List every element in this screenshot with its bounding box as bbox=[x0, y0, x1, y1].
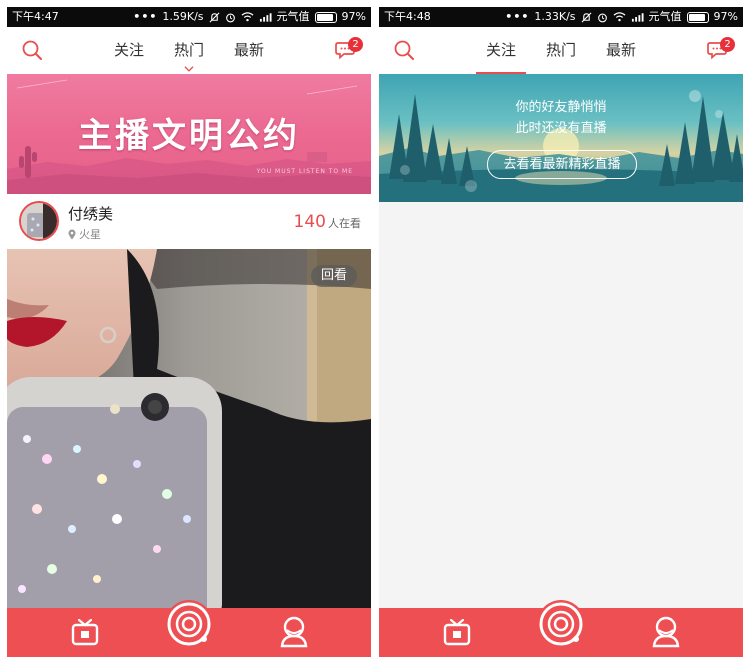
chevron-down-icon bbox=[184, 66, 194, 72]
notification-badge: 2 bbox=[348, 37, 363, 52]
replay-badge: 回看 bbox=[311, 265, 357, 287]
start-live-button[interactable] bbox=[165, 600, 213, 648]
forest-landscape bbox=[379, 90, 743, 202]
avatar-image bbox=[21, 203, 57, 239]
bottom-tab-bar bbox=[7, 600, 371, 657]
browse-latest-button[interactable]: 去看看最新精彩直播 bbox=[487, 150, 637, 179]
more-dots-icon: ••• bbox=[505, 10, 530, 23]
tab-hot-label: 热门 bbox=[173, 41, 205, 59]
tv-icon[interactable] bbox=[442, 617, 472, 647]
top-nav: 关注 热门 最新 2 bbox=[7, 27, 371, 74]
nav-tabs: 关注 热门 最新 bbox=[475, 27, 640, 74]
right-screen: 下午4:48 ••• 1.33K/s 元气值 97% 关注 热门 最新 2 你的… bbox=[379, 7, 743, 657]
carrier-label: 元气值 bbox=[276, 10, 310, 23]
viewer-number: 140 bbox=[293, 212, 326, 232]
status-time: 下午4:48 bbox=[384, 10, 431, 23]
search-icon[interactable] bbox=[393, 39, 415, 61]
top-nav: 关注 热门 最新 2 bbox=[379, 27, 743, 74]
battery-percent: 97% bbox=[341, 10, 366, 23]
live-video-thumbnail[interactable]: 回看 bbox=[7, 249, 371, 609]
tab-latest[interactable]: 最新 bbox=[230, 27, 268, 74]
promo-banner[interactable]: 主播文明公约 YOU MUST LISTEN TO ME bbox=[7, 74, 371, 194]
streamer-row[interactable]: 付绣美 火星 140 人在看 bbox=[7, 194, 371, 249]
tab-follow[interactable]: 关注 bbox=[475, 27, 527, 74]
more-dots-icon: ••• bbox=[133, 10, 158, 23]
wifi-icon bbox=[613, 12, 626, 22]
carrier-label: 元气值 bbox=[648, 10, 682, 23]
tab-hot[interactable]: 热门 bbox=[170, 27, 208, 74]
video-frame-image bbox=[7, 249, 371, 609]
signal-icon bbox=[259, 13, 272, 22]
mute-bell-icon bbox=[581, 12, 592, 22]
status-bar: 下午4:48 ••• 1.33K/s 元气值 97% bbox=[379, 7, 743, 27]
alarm-icon bbox=[597, 13, 607, 22]
network-speed: 1.33K/s bbox=[534, 10, 576, 23]
viewer-suffix: 人在看 bbox=[328, 217, 361, 230]
viewer-count: 140 人在看 bbox=[294, 212, 361, 232]
streamer-location: 火星 bbox=[68, 226, 101, 242]
camera-lens-icon bbox=[539, 602, 583, 646]
search-icon[interactable] bbox=[21, 39, 43, 61]
streamer-name: 付绣美 bbox=[68, 205, 114, 223]
empty-message-line2: 此时还没有直播 bbox=[515, 121, 607, 136]
left-screen: 下午4:47 ••• 1.59K/s 元气值 97% 关注 热门 最新 2 主播… bbox=[7, 7, 371, 657]
bottom-tab-bar bbox=[379, 600, 743, 657]
wifi-icon bbox=[241, 12, 254, 22]
profile-icon[interactable] bbox=[651, 616, 681, 648]
battery-icon bbox=[314, 11, 337, 23]
location-pin-icon bbox=[68, 229, 76, 239]
notification-badge: 2 bbox=[720, 37, 735, 52]
nav-tabs: 关注 热门 最新 bbox=[110, 27, 268, 74]
status-time: 下午4:47 bbox=[12, 10, 59, 23]
mute-bell-icon bbox=[209, 12, 220, 22]
empty-follow-banner: 你的好友静悄悄 此时还没有直播 去看看最新精彩直播 bbox=[379, 74, 743, 202]
tv-icon[interactable] bbox=[70, 617, 100, 647]
avatar[interactable] bbox=[19, 201, 59, 241]
network-speed: 1.59K/s bbox=[162, 10, 204, 23]
empty-message-line1: 你的好友静悄悄 bbox=[515, 100, 607, 115]
banner-subtitle: YOU MUST LISTEN TO ME bbox=[256, 168, 353, 175]
start-live-button[interactable] bbox=[537, 600, 585, 648]
tab-latest[interactable]: 最新 bbox=[602, 27, 640, 74]
battery-percent: 97% bbox=[713, 10, 738, 23]
battery-icon bbox=[686, 11, 709, 23]
banner-title: 主播文明公约 bbox=[78, 116, 300, 156]
profile-icon[interactable] bbox=[279, 616, 309, 648]
camera-lens-icon bbox=[167, 602, 211, 646]
location-label: 火星 bbox=[79, 228, 101, 241]
status-bar: 下午4:47 ••• 1.59K/s 元气值 97% bbox=[7, 7, 371, 27]
tab-hot[interactable]: 热门 bbox=[542, 27, 580, 74]
alarm-icon bbox=[225, 13, 235, 22]
tab-follow[interactable]: 关注 bbox=[110, 27, 148, 74]
signal-icon bbox=[631, 13, 644, 22]
